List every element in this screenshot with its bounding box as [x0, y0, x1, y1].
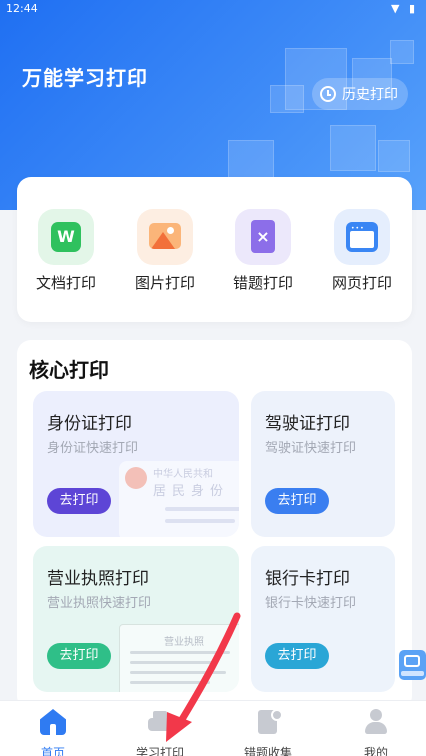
card-title: 身份证打印 — [47, 414, 132, 434]
card-subtitle: 银行卡快速打印 — [265, 596, 357, 611]
id-card-print-card[interactable]: 中华人民共和 居民身份 身份证打印 身份证快速打印 去打印 — [33, 391, 239, 537]
clock-icon — [320, 86, 336, 102]
decor-cube — [270, 85, 304, 113]
floating-service-icon[interactable] — [399, 650, 426, 680]
wrong-question-glyph: × — [251, 220, 275, 253]
card-title: 驾驶证打印 — [265, 414, 350, 434]
quick-action-image-print[interactable]: 图片打印 — [125, 209, 205, 293]
quick-action-label: 图片打印 — [134, 274, 195, 292]
word-doc-glyph: W — [51, 222, 81, 252]
go-print-button[interactable]: 去打印 — [265, 643, 329, 669]
quick-action-label: 网页打印 — [331, 274, 392, 292]
quick-action-label: 文档打印 — [35, 274, 96, 292]
wrong-question-collect-icon — [255, 709, 283, 735]
tab-label: 错题收集 — [243, 746, 292, 756]
web-page-icon: ••• — [334, 209, 390, 265]
tab-profile[interactable]: 我的 — [336, 709, 416, 756]
history-print-label: 历史打印 — [342, 87, 398, 103]
decor-cube — [330, 125, 376, 171]
wrong-question-icon: × — [235, 209, 291, 265]
id-card-art-line2: 居民身份 — [153, 484, 230, 499]
card-subtitle: 驾驶证快速打印 — [265, 441, 357, 456]
tab-home[interactable]: 首页 — [13, 709, 93, 756]
national-emblem-icon — [125, 467, 147, 489]
tab-label: 学习打印 — [135, 746, 184, 756]
history-print-button[interactable]: 历史打印 — [312, 78, 408, 110]
tab-wrong-question-collect[interactable]: 错题收集 — [228, 709, 308, 756]
tab-label: 我的 — [363, 746, 388, 756]
status-bar: 12:44 ▼ ▮ — [0, 0, 426, 22]
quick-action-document-print[interactable]: W 文档打印 — [26, 209, 106, 293]
card-title: 营业执照打印 — [47, 569, 149, 589]
status-icons: ▼ ▮ — [390, 2, 418, 15]
id-card-illustration: 中华人民共和 居民身份 — [119, 461, 239, 537]
card-subtitle: 营业执照快速打印 — [47, 596, 152, 611]
home-icon — [40, 709, 66, 735]
card-title: 银行卡打印 — [265, 569, 350, 589]
profile-icon — [363, 709, 389, 735]
quick-action-label: 错题打印 — [232, 274, 293, 292]
go-print-button[interactable]: 去打印 — [265, 488, 329, 514]
bottom-tab-bar: 首页 学习打印 错题收集 我的 — [0, 700, 426, 756]
bank-card-print-card[interactable]: 银行卡打印 银行卡快速打印 去打印 — [251, 546, 395, 692]
business-license-print-card[interactable]: 营业执照 营业执照打印 营业执照快速打印 去打印 — [33, 546, 239, 692]
word-doc-icon: W — [38, 209, 94, 265]
core-print-section: 核心打印 中华人民共和 居民身份 身份证打印 身份证快速打印 去打印 驾驶证打印… — [17, 340, 412, 710]
status-time: 12:44 — [6, 2, 38, 15]
tab-study-print[interactable]: 学习打印 — [120, 709, 200, 756]
go-print-button[interactable]: 去打印 — [47, 643, 111, 669]
image-glyph — [149, 223, 181, 249]
quick-action-wrong-question-print[interactable]: × 错题打印 — [223, 209, 303, 293]
quick-action-web-print[interactable]: ••• 网页打印 — [322, 209, 402, 293]
card-subtitle: 身份证快速打印 — [47, 441, 139, 456]
quick-actions-card: W 文档打印 图片打印 × 错题打印 ••• 网页打印 — [17, 177, 412, 322]
image-icon — [137, 209, 193, 265]
driver-license-print-card[interactable]: 驾驶证打印 驾驶证快速打印 去打印 — [251, 391, 395, 537]
web-page-glyph: ••• — [346, 222, 378, 252]
printer-icon — [147, 709, 173, 735]
license-art-heading: 营业执照 — [164, 637, 204, 648]
id-card-art-line1: 中华人民共和 — [153, 469, 213, 480]
go-print-button[interactable]: 去打印 — [47, 488, 111, 514]
decor-cube — [390, 40, 414, 64]
decor-cube — [378, 140, 410, 172]
business-license-illustration: 营业执照 — [119, 624, 239, 692]
section-title: 核心打印 — [29, 358, 109, 382]
tab-label: 首页 — [40, 746, 65, 756]
app-title: 万能学习打印 — [22, 66, 148, 90]
